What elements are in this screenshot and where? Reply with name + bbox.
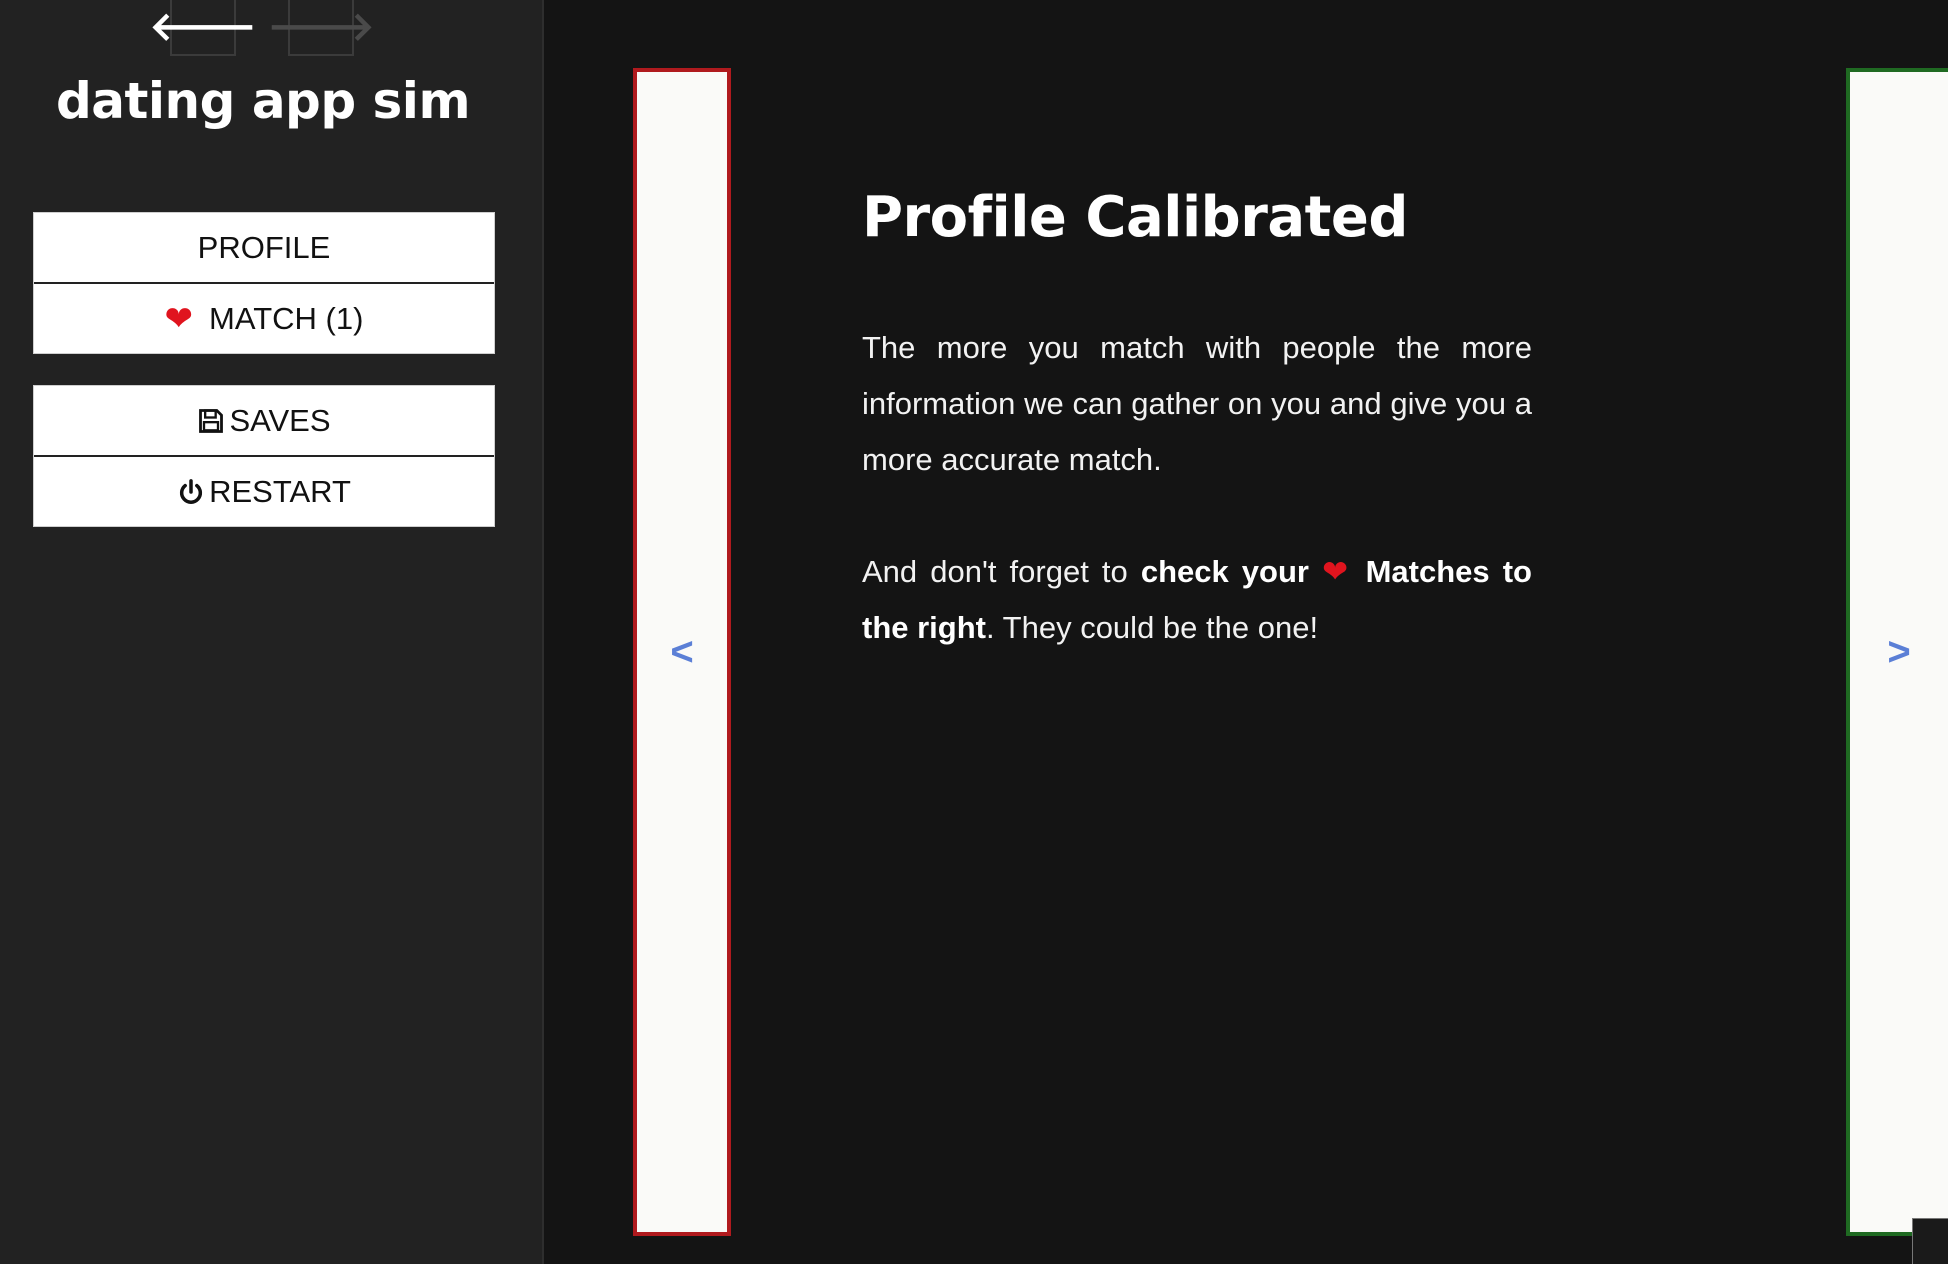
forward-button[interactable]: 🡒 <box>267 0 375 56</box>
passage: Profile Calibrated The more you match wi… <box>862 185 1532 712</box>
swipe-right-panel[interactable]: > <box>1846 68 1948 1236</box>
passage-paragraph-2: And don't forget to check your ❤ Matches… <box>862 544 1532 656</box>
profile-label: PROFILE <box>197 229 331 265</box>
match-label: MATCH (1) <box>209 300 364 336</box>
arrow-right-icon: 🡒 <box>267 3 375 50</box>
restart-label: RESTART <box>209 473 351 509</box>
story-title: dating app sim <box>55 72 471 130</box>
floppy-disk-icon <box>199 408 224 433</box>
saves-label: SAVES <box>229 402 331 438</box>
heart-icon: ❤ <box>1322 554 1353 589</box>
check-your-text: check your <box>1140 554 1309 589</box>
heart-icon: ❤ <box>164 299 194 338</box>
menu-primary: PROFILE ❤ MATCH (1) <box>33 212 495 354</box>
swipe-right-arrow: > <box>1887 629 1911 674</box>
arrow-left-icon: 🡐 <box>149 3 257 50</box>
power-icon <box>180 478 203 504</box>
passage-paragraph-1: The more you match with people the more … <box>862 330 1532 477</box>
swipe-left-panel[interactable]: < <box>633 68 731 1236</box>
sidebar: 🡐 🡒 dating app sim PROFILE ❤ MATCH (1) S… <box>0 0 544 1264</box>
restart-button[interactable]: RESTART <box>34 455 494 526</box>
paragraph-text-start: And don't forget to <box>862 554 1141 589</box>
swipe-left-arrow: < <box>670 629 694 674</box>
match-button[interactable]: ❤ MATCH (1) <box>34 282 494 353</box>
paragraph-text-end: . They could be the one! <box>986 610 1319 645</box>
profile-button[interactable]: PROFILE <box>34 213 494 282</box>
back-button[interactable]: 🡐 <box>149 0 257 56</box>
saves-button[interactable]: SAVES <box>34 386 494 455</box>
passage-title: Profile Calibrated <box>862 185 1408 250</box>
resize-handle[interactable] <box>1912 1218 1948 1264</box>
menu-secondary: SAVES RESTART <box>33 385 495 527</box>
